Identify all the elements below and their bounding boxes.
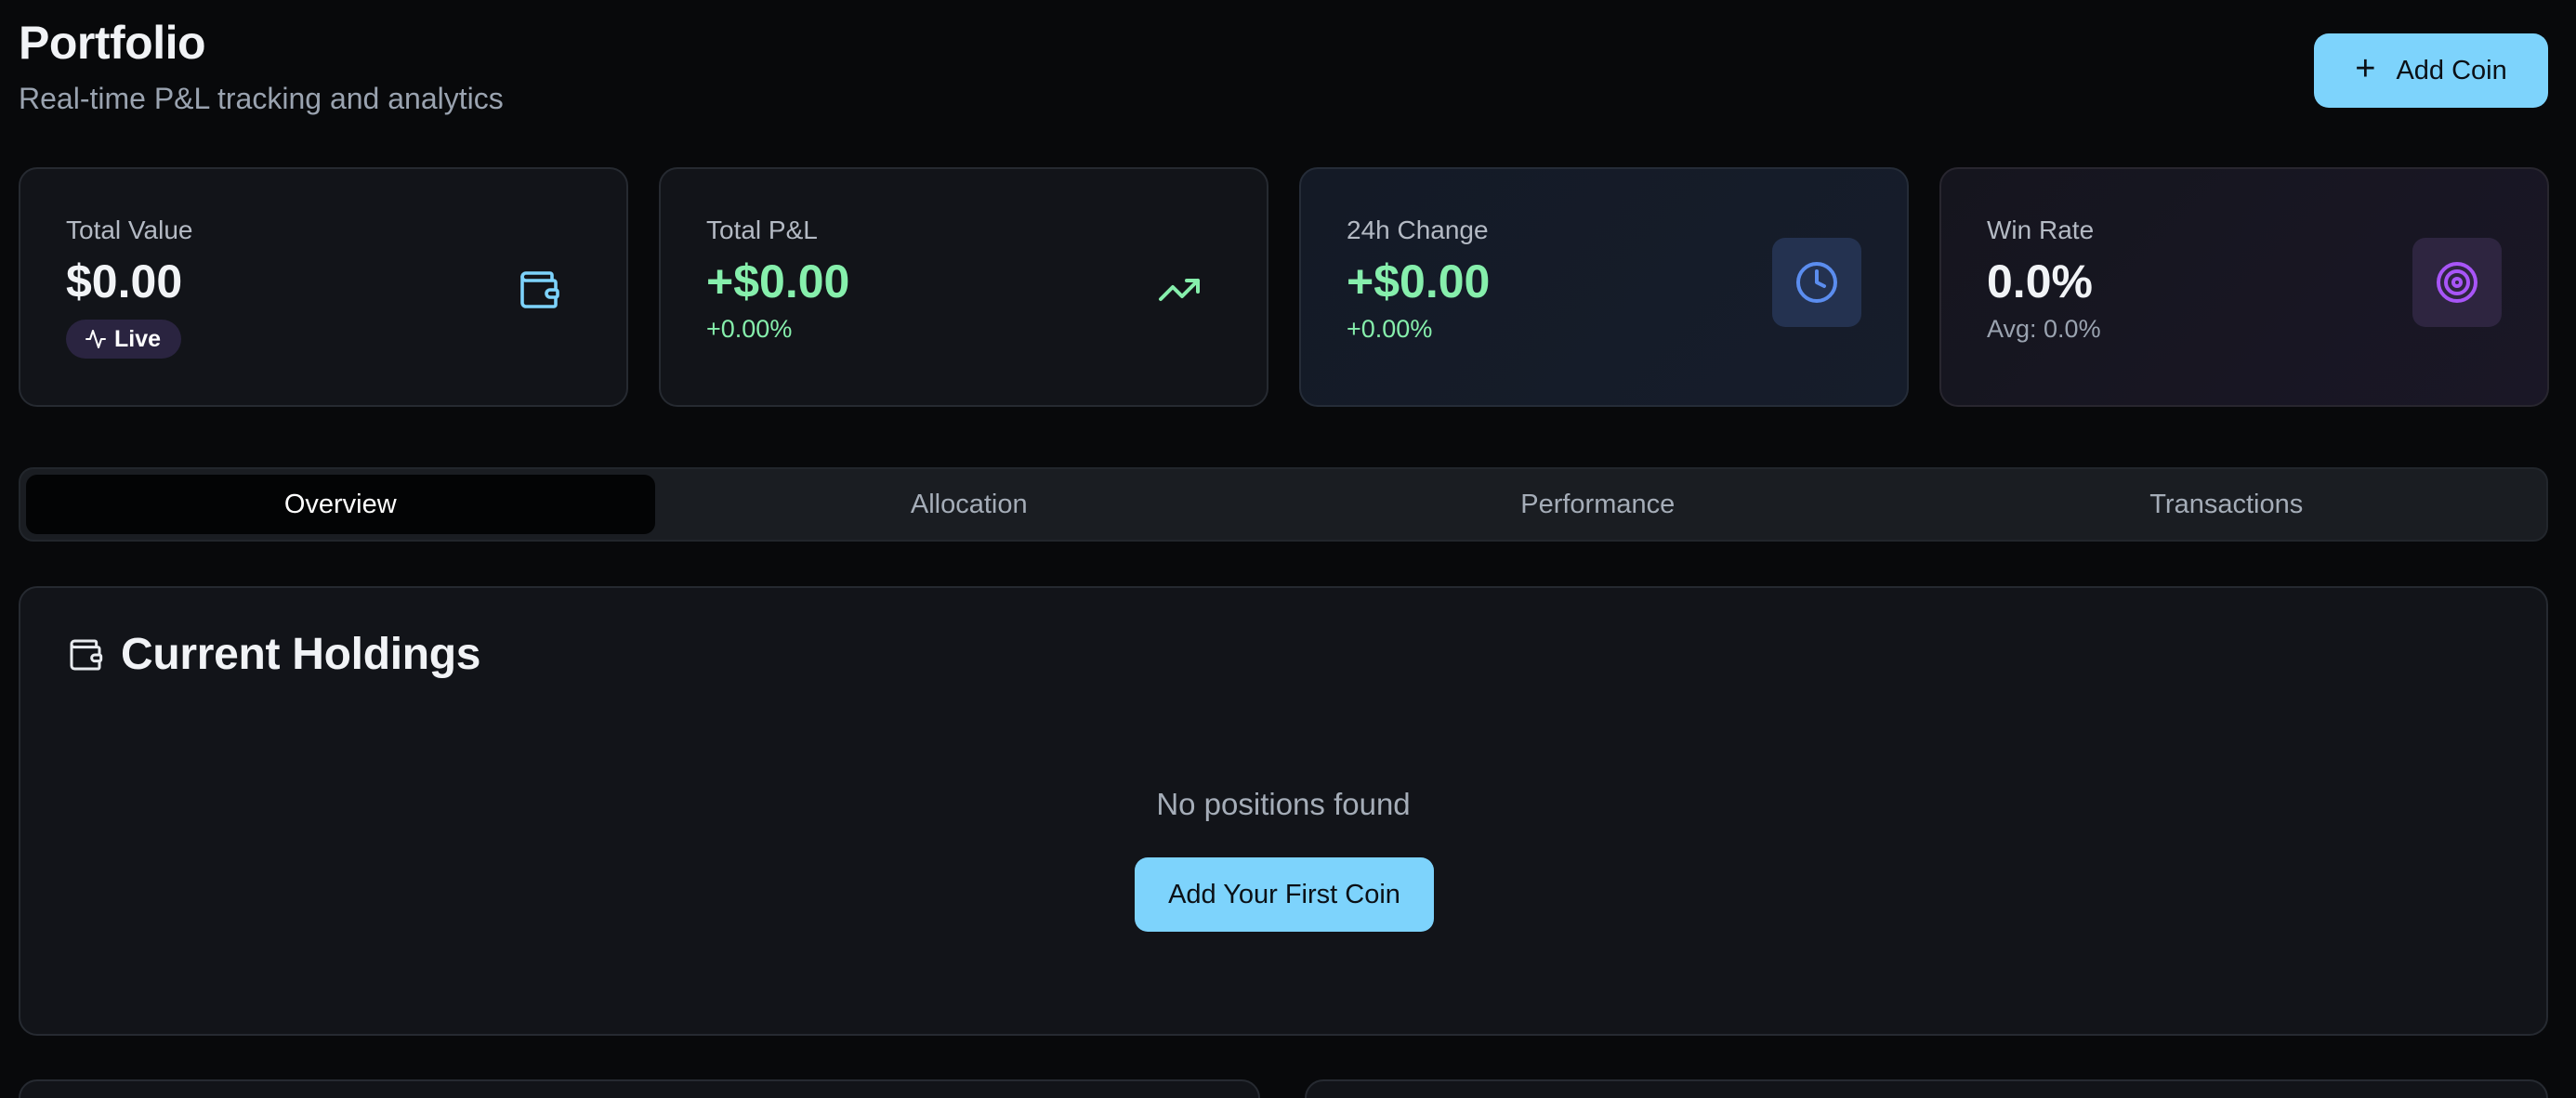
total-value-card: Total Value $0.00 Live: [19, 167, 628, 407]
page-subtitle: Real-time P&L tracking and analytics: [19, 81, 504, 115]
tab-allocation[interactable]: Allocation: [655, 475, 1284, 534]
portfolio-page: Portfolio Real-time P&L tracking and ana…: [0, 0, 2576, 1098]
wallet-icon: [520, 271, 559, 308]
bottom-left-card: [19, 1079, 1260, 1098]
trending-up-icon: [1159, 279, 1200, 301]
total-value-label: Total Value: [66, 216, 193, 244]
total-pnl-amount: +$0.00: [706, 255, 850, 307]
win-rate-value: 0.0%: [1987, 255, 2093, 307]
activity-icon: [85, 330, 106, 348]
bottom-right-card: [1305, 1079, 2548, 1098]
add-coin-button[interactable]: + Add Coin: [2314, 33, 2548, 108]
live-badge: Live: [66, 320, 182, 359]
tab-performance[interactable]: Performance: [1283, 475, 1912, 534]
add-coin-label: Add Coin: [2396, 55, 2507, 85]
tab-overview[interactable]: Overview: [26, 475, 655, 534]
current-holdings-panel: Current Holdings No positions found Add …: [19, 586, 2548, 1036]
total-pnl-label: Total P&L: [706, 216, 818, 244]
change-24h-percent: +0.00%: [1347, 315, 1433, 343]
change-24h-card: 24h Change +$0.00 +0.00%: [1299, 167, 1909, 407]
live-badge-label: Live: [114, 325, 162, 352]
plus-icon: +: [2355, 49, 2376, 88]
clock-icon: [1796, 262, 1837, 303]
holdings-title: Current Holdings: [121, 630, 481, 679]
total-value-amount: $0.00: [66, 255, 183, 307]
portfolio-tabs: Overview Allocation Performance Transact…: [19, 467, 2548, 542]
change-24h-label: 24h Change: [1347, 216, 1489, 244]
wallet-icon: [70, 639, 103, 670]
win-rate-average: Avg: 0.0%: [1987, 315, 2101, 343]
win-rate-label: Win Rate: [1987, 216, 2095, 244]
target-icon: [2437, 262, 2477, 303]
add-first-coin-button[interactable]: Add Your First Coin: [1135, 857, 1434, 932]
change-24h-amount: +$0.00: [1347, 255, 1491, 307]
page-header: Portfolio Real-time P&L tracking and ana…: [19, 17, 504, 116]
empty-state-text: No positions found: [1156, 787, 1411, 821]
page-title: Portfolio: [19, 17, 206, 69]
holdings-header: Current Holdings: [67, 629, 481, 680]
tab-transactions[interactable]: Transactions: [1912, 475, 2542, 534]
clock-icon-box: [1772, 238, 1861, 327]
total-pnl-percent: +0.00%: [706, 315, 793, 343]
win-rate-card: Win Rate 0.0% Avg: 0.0%: [1939, 167, 2549, 407]
target-icon-box: [2412, 238, 2502, 327]
total-pnl-card: Total P&L +$0.00 +0.00%: [659, 167, 1268, 407]
